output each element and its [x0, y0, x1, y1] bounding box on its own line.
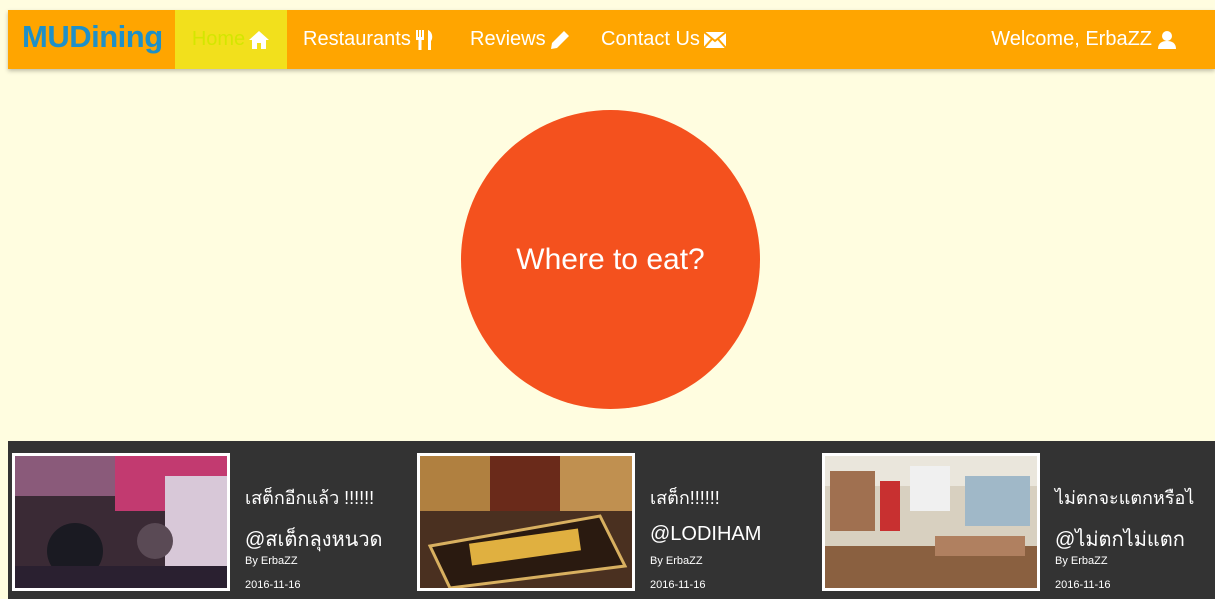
nav-item-restaurants[interactable]: Restaurants — [295, 10, 444, 69]
review-author: By ErbaZZ — [650, 555, 703, 567]
review-title[interactable]: ไม่ตกจะแตกหรือไ — [1055, 483, 1194, 512]
fork-knife-icon — [414, 29, 436, 51]
nav-item-contact[interactable]: Contact Us — [593, 10, 735, 69]
nav-item-label: Reviews — [470, 28, 546, 50]
review-card[interactable]: ไม่ตกจะแตกหรือไ @ไม่ตกไม่แตก By ErbaZZ 2… — [818, 453, 1215, 591]
nav-item-label: Home — [191, 28, 246, 50]
pencil-icon — [549, 29, 571, 51]
brand-logo[interactable]: MUDining — [22, 19, 163, 55]
welcome-user[interactable]: Welcome, ErbaZZ — [991, 10, 1177, 69]
review-photo[interactable] — [822, 453, 1040, 591]
review-card[interactable]: เสต็ก!!!!!! @LODIHAM By ErbaZZ 2016-11-1… — [413, 453, 813, 591]
nav-item-reviews[interactable]: Reviews — [462, 10, 579, 69]
recent-reviews-strip: เสต็กอีกแล้ว !!!!!! @สเต็กลุงหนวด By Erb… — [8, 441, 1215, 599]
review-place: @สเต็กลุงหนวด — [245, 529, 383, 551]
review-title[interactable]: เสต็กอีกแล้ว !!!!!! — [245, 483, 374, 512]
nav-item-label: Contact Us — [601, 28, 700, 50]
review-photo[interactable] — [417, 453, 635, 591]
review-card[interactable]: เสต็กอีกแล้ว !!!!!! @สเต็กลุงหนวด By Erb… — [8, 453, 408, 591]
home-icon — [248, 30, 270, 50]
envelope-icon — [703, 30, 727, 49]
review-author: By ErbaZZ — [245, 555, 298, 567]
review-date: 2016-11-16 — [1055, 579, 1111, 591]
review-author: By ErbaZZ — [1055, 555, 1108, 567]
review-date: 2016-11-16 — [245, 579, 301, 591]
hero-label: Where to eat? — [516, 242, 705, 276]
nav-item-home[interactable]: Home — [175, 10, 287, 69]
nav-item-label: Restaurants — [303, 28, 411, 50]
review-place: @LODIHAM — [650, 523, 762, 545]
review-date: 2016-11-16 — [650, 579, 706, 591]
navbar: MUDining Home Restaurants Reviews Contac… — [8, 10, 1215, 69]
where-to-eat-button[interactable]: Where to eat? — [461, 110, 760, 409]
review-title[interactable]: เสต็ก!!!!!! — [650, 483, 720, 512]
review-place: @ไม่ตกไม่แตก — [1055, 529, 1185, 551]
welcome-label: Welcome, ErbaZZ — [991, 28, 1152, 50]
user-icon — [1157, 30, 1177, 50]
review-photo[interactable] — [12, 453, 230, 591]
